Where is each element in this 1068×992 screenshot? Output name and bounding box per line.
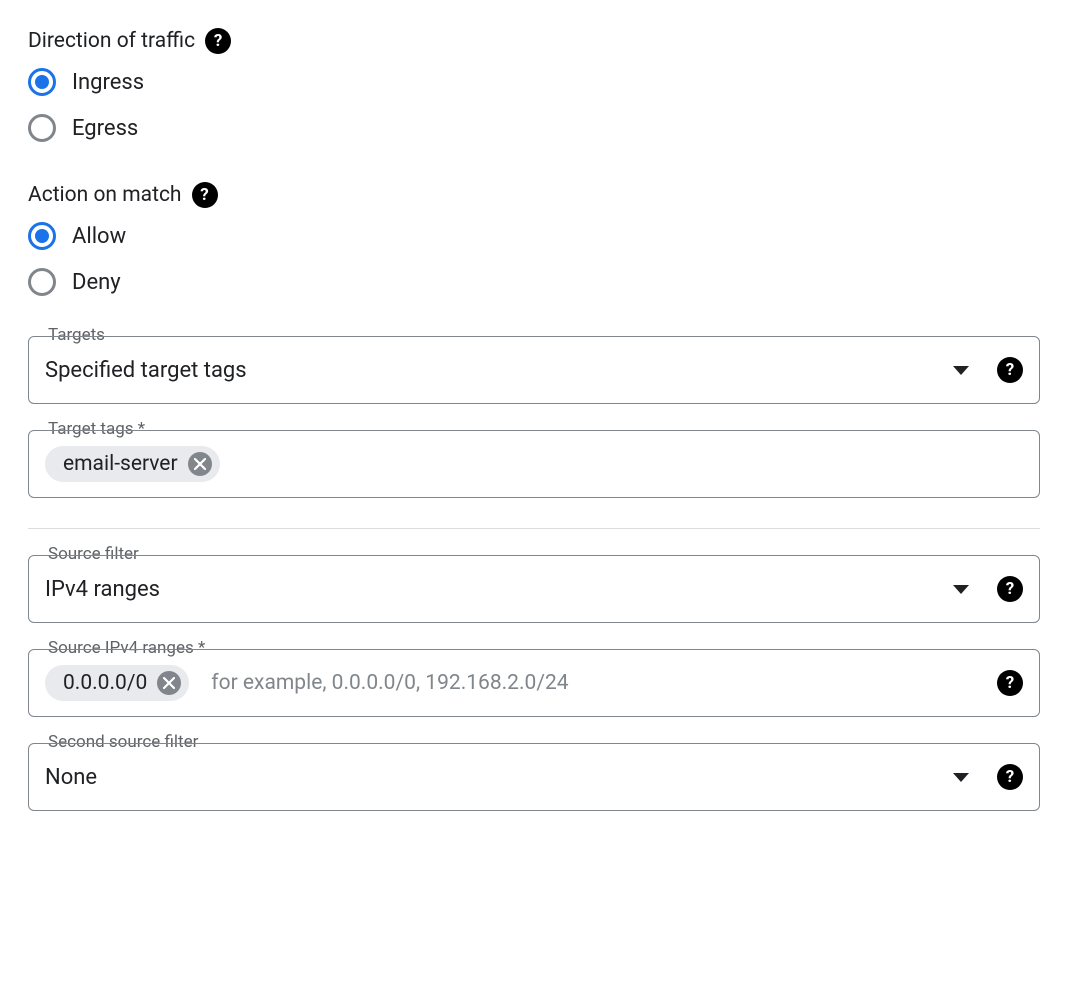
- radio-icon: [28, 68, 56, 96]
- help-icon[interactable]: ?: [997, 764, 1023, 790]
- source-ipv4-placeholder: for example, 0.0.0.0/0, 192.168.2.0/24: [211, 671, 568, 695]
- close-icon[interactable]: [157, 671, 181, 695]
- targets-field: Targets Specified target tags ?: [28, 336, 1040, 404]
- chevron-down-icon[interactable]: [953, 773, 969, 782]
- chip-text: email-server: [63, 452, 178, 476]
- divider: [28, 528, 1040, 529]
- chevron-down-icon[interactable]: [953, 585, 969, 594]
- radio-label: Ingress: [72, 70, 144, 95]
- targets-select[interactable]: Specified target tags ?: [28, 336, 1040, 404]
- radio-icon: [28, 114, 56, 142]
- source-filter-select[interactable]: IPv4 ranges ?: [28, 555, 1040, 623]
- second-source-filter-value: None: [45, 765, 953, 790]
- close-icon[interactable]: [188, 452, 212, 476]
- chevron-down-icon[interactable]: [953, 366, 969, 375]
- source-ipv4-field: Source IPv4 ranges * 0.0.0.0/0 for examp…: [28, 649, 1040, 717]
- radio-label: Egress: [72, 116, 138, 141]
- source-filter-value: IPv4 ranges: [45, 577, 953, 602]
- source-filter-field: Source filter IPv4 ranges ?: [28, 555, 1040, 623]
- radio-label: Deny: [72, 270, 121, 295]
- help-icon[interactable]: ?: [205, 28, 231, 54]
- targets-value: Specified target tags: [45, 358, 953, 383]
- radio-icon: [28, 268, 56, 296]
- source-ipv4-chip: 0.0.0.0/0: [45, 665, 189, 701]
- action-label-text: Action on match: [28, 183, 182, 207]
- direction-label-text: Direction of traffic: [28, 29, 195, 53]
- target-tag-chip: email-server: [45, 446, 220, 482]
- action-section-label: Action on match ?: [28, 182, 1040, 208]
- action-radio-deny[interactable]: Deny: [28, 268, 1040, 296]
- help-icon[interactable]: ?: [997, 670, 1023, 696]
- help-icon[interactable]: ?: [997, 357, 1023, 383]
- source-ipv4-input[interactable]: 0.0.0.0/0 for example, 0.0.0.0/0, 192.16…: [28, 649, 1040, 717]
- direction-radio-egress[interactable]: Egress: [28, 114, 1040, 142]
- target-tags-field: Target tags * email-server: [28, 430, 1040, 498]
- help-icon[interactable]: ?: [997, 576, 1023, 602]
- radio-label: Allow: [72, 224, 126, 249]
- direction-section-label: Direction of traffic ?: [28, 28, 1040, 54]
- direction-radio-ingress[interactable]: Ingress: [28, 68, 1040, 96]
- chip-text: 0.0.0.0/0: [63, 671, 147, 695]
- radio-icon: [28, 222, 56, 250]
- action-radio-group: Allow Deny: [28, 222, 1040, 296]
- action-radio-allow[interactable]: Allow: [28, 222, 1040, 250]
- help-icon[interactable]: ?: [192, 182, 218, 208]
- second-source-filter-field: Second source filter None ?: [28, 743, 1040, 811]
- target-tags-input[interactable]: email-server: [28, 430, 1040, 498]
- direction-radio-group: Ingress Egress: [28, 68, 1040, 142]
- second-source-filter-select[interactable]: None ?: [28, 743, 1040, 811]
